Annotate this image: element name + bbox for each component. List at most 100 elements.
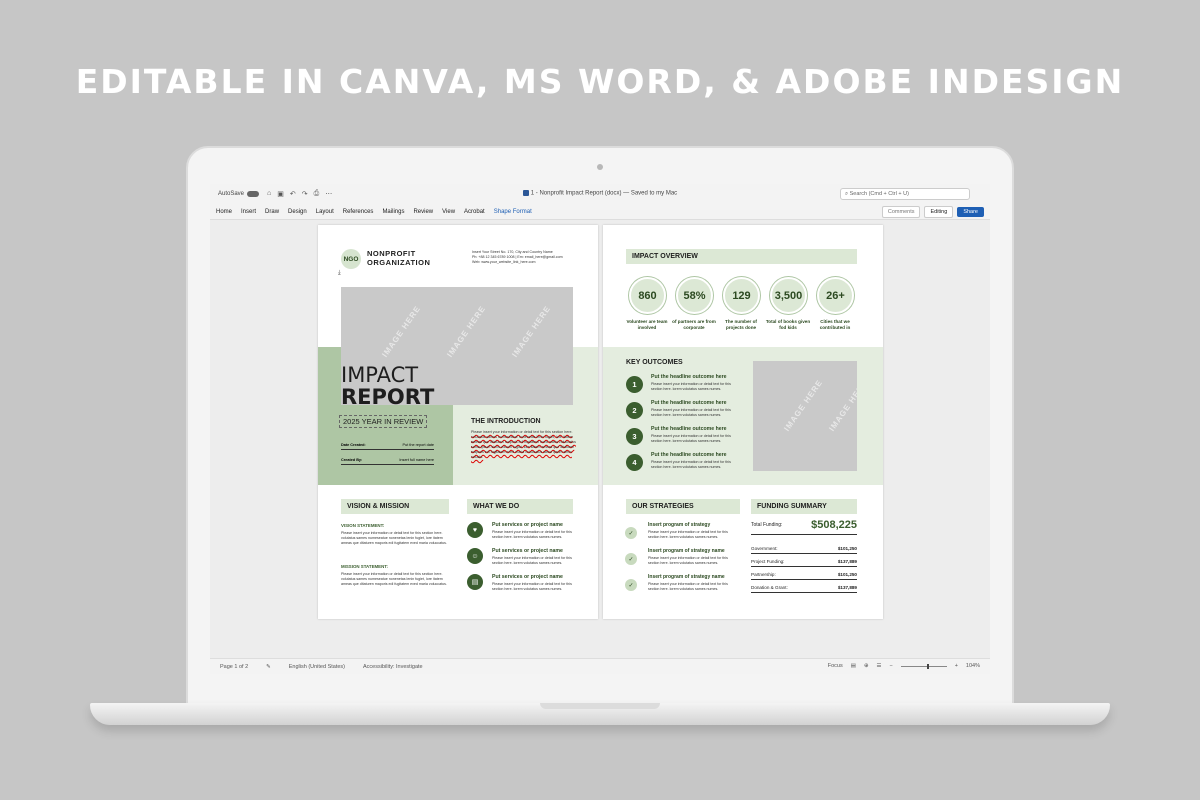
outcome-number: 4: [626, 454, 643, 471]
stat-label: Total of books given fod kids: [765, 319, 811, 330]
funding-row: Government: $101,250: [751, 546, 857, 554]
funding-row: Project Funding: $137,889: [751, 559, 857, 567]
accessibility-status[interactable]: Accessibility: Investigate: [363, 664, 423, 670]
document-canvas[interactable]: NGO NONPROFIT ORGANIZATION Insert Your S…: [210, 220, 990, 658]
outcome-number: 2: [626, 402, 643, 419]
outcome-title: Put the headline outcome here: [651, 452, 727, 458]
print-layout-icon[interactable]: ▤: [851, 663, 856, 669]
stat-circle: 860: [629, 277, 666, 314]
stat-circle: 3,500: [770, 277, 807, 314]
outcome-title: Put the headline outcome here: [651, 400, 727, 406]
status-bar: Page 1 of 2 ✎ English (United States) Ac…: [210, 658, 990, 674]
share-button[interactable]: Share: [957, 207, 984, 217]
anchor-icon: ⤓: [338, 270, 341, 276]
service-text[interactable]: Please insert your information or detail…: [492, 582, 584, 592]
outcome-title: Put the headline outcome here: [651, 426, 727, 432]
created-by-row: Created By: Insert full name here: [341, 458, 434, 465]
zoom-in-icon[interactable]: +: [955, 663, 958, 669]
impact-title[interactable]: IMPACT: [341, 363, 418, 387]
search-input[interactable]: ⌕ Search (Cmd + Ctrl + U): [840, 188, 970, 200]
stat-circle: 26+: [817, 277, 854, 314]
intro-text[interactable]: Please insert your information or detail…: [471, 430, 583, 460]
outcome-text[interactable]: Please insert your information or detail…: [651, 382, 741, 392]
service-text[interactable]: Please insert your information or detail…: [492, 530, 584, 540]
check-circle-icon: ✓: [625, 527, 637, 539]
stat-label: Volunteer are team involved: [626, 319, 668, 330]
zoom-out-icon[interactable]: −: [889, 663, 892, 669]
tab-insert[interactable]: Insert: [241, 209, 256, 215]
page-1[interactable]: NGO NONPROFIT ORGANIZATION Insert Your S…: [318, 225, 598, 619]
tab-view[interactable]: View: [442, 209, 455, 215]
intro-heading: THE INTRODUCTION: [471, 418, 541, 425]
strategy-title: Insert program of strategy name: [648, 574, 725, 580]
ribbon-tabs: Home Insert Draw Design Layout Reference…: [210, 204, 990, 220]
web-layout-icon[interactable]: ⊕: [864, 663, 869, 669]
funding-row: Partnership: $101,250: [751, 572, 857, 580]
people-icon: ☺: [467, 548, 483, 564]
tab-references[interactable]: References: [343, 209, 374, 215]
tab-acrobat[interactable]: Acrobat: [464, 209, 485, 215]
date-created-row: Date Created: Put the report date: [341, 443, 434, 450]
outcome-text[interactable]: Please insert your information or detail…: [651, 460, 741, 470]
impact-overview-heading: IMPACT OVERVIEW: [626, 249, 857, 264]
vision-label: VISION STATEMENT:: [341, 523, 385, 528]
contact-info: Insert Your Street No. 170, City and Cou…: [472, 250, 563, 264]
what-we-do-heading: WHAT WE DO: [467, 499, 573, 514]
outcomes-image-placeholder[interactable]: IMAGE HERE IMAGE HERE: [753, 361, 857, 471]
tab-review[interactable]: Review: [413, 209, 433, 215]
stat-label: of partners are from corporate: [672, 319, 716, 330]
funding-summary-heading: FUNDING SUMMARY: [751, 499, 857, 514]
outcome-title: Put the headline outcome here: [651, 374, 727, 380]
tab-design[interactable]: Design: [288, 209, 307, 215]
outcome-number: 3: [626, 428, 643, 445]
page-2[interactable]: IMPACT OVERVIEW 860 Volunteer are team i…: [603, 225, 883, 619]
outcome-text[interactable]: Please insert your information or detail…: [651, 408, 741, 418]
total-funding-row: Total Funding: $508,225: [751, 519, 857, 535]
service-title: Put services or project name: [492, 548, 563, 554]
tab-mailings[interactable]: Mailings: [382, 209, 404, 215]
mission-label: MISSION STATEMENT:: [341, 564, 388, 569]
key-outcomes-heading: KEY OUTCOMES: [626, 359, 683, 366]
zoom-slider[interactable]: [900, 663, 947, 669]
outcome-number: 1: [626, 376, 643, 393]
funding-row: Donation & Grant: $137,889: [751, 585, 857, 593]
service-text[interactable]: Please insert your information or detail…: [492, 556, 584, 566]
tab-draw[interactable]: Draw: [265, 209, 279, 215]
strategy-title: Insert program of strategy: [648, 522, 711, 528]
strategy-text[interactable]: Please insert your information or detail…: [648, 530, 740, 540]
mission-text[interactable]: Please insert your information or detail…: [341, 572, 449, 587]
proofing-icon[interactable]: ✎: [266, 664, 271, 670]
strategy-text[interactable]: Please insert your information or detail…: [648, 556, 740, 566]
check-circle-icon: ✓: [625, 579, 637, 591]
laptop-notch: [540, 703, 660, 709]
language-status[interactable]: English (United States): [289, 664, 345, 670]
stat-circle: 58%: [676, 277, 713, 314]
report-title[interactable]: REPORT: [341, 385, 434, 409]
strategy-text[interactable]: Please insert your information or detail…: [648, 582, 740, 592]
tab-shape-format[interactable]: Shape Format: [494, 209, 532, 215]
camera-icon: [597, 164, 603, 170]
comments-button[interactable]: Comments: [881, 206, 921, 218]
focus-button[interactable]: Focus: [828, 663, 843, 669]
check-circle-icon: ✓: [625, 553, 637, 565]
our-strategies-heading: OUR STRATEGIES: [626, 499, 740, 514]
service-title: Put services or project name: [492, 522, 563, 528]
org-name: NONPROFIT ORGANIZATION: [367, 249, 431, 267]
vision-text[interactable]: Please insert your information or detail…: [341, 531, 449, 546]
stat-label: The number of projects done: [725, 319, 757, 330]
year-review-textbox[interactable]: 2025 YEAR IN REVIEW: [339, 415, 428, 428]
headline-banner: EDITABLE IN CANVA, MS WORD, & ADOBE INDE…: [75, 62, 1125, 101]
word-window: AutoSave ⌂ ▣ ↶ ↷ ⎙ ⋯ 1 - Nonprofit Impac…: [210, 184, 990, 674]
tab-home[interactable]: Home: [216, 209, 232, 215]
zoom-level[interactable]: 104%: [966, 663, 980, 669]
tab-layout[interactable]: Layout: [316, 209, 334, 215]
outline-icon[interactable]: ☰: [877, 663, 882, 669]
stat-label: Cities that we contributed in: [819, 319, 851, 330]
strategy-title: Insert program of strategy name: [648, 548, 725, 554]
editing-button[interactable]: Editing: [924, 206, 954, 218]
title-bar: AutoSave ⌂ ▣ ↶ ↷ ⎙ ⋯ 1 - Nonprofit Impac…: [210, 184, 990, 204]
stat-circle: 129: [723, 277, 760, 314]
service-title: Put services or project name: [492, 574, 563, 580]
page-count[interactable]: Page 1 of 2: [220, 664, 248, 670]
outcome-text[interactable]: Please insert your information or detail…: [651, 434, 741, 444]
